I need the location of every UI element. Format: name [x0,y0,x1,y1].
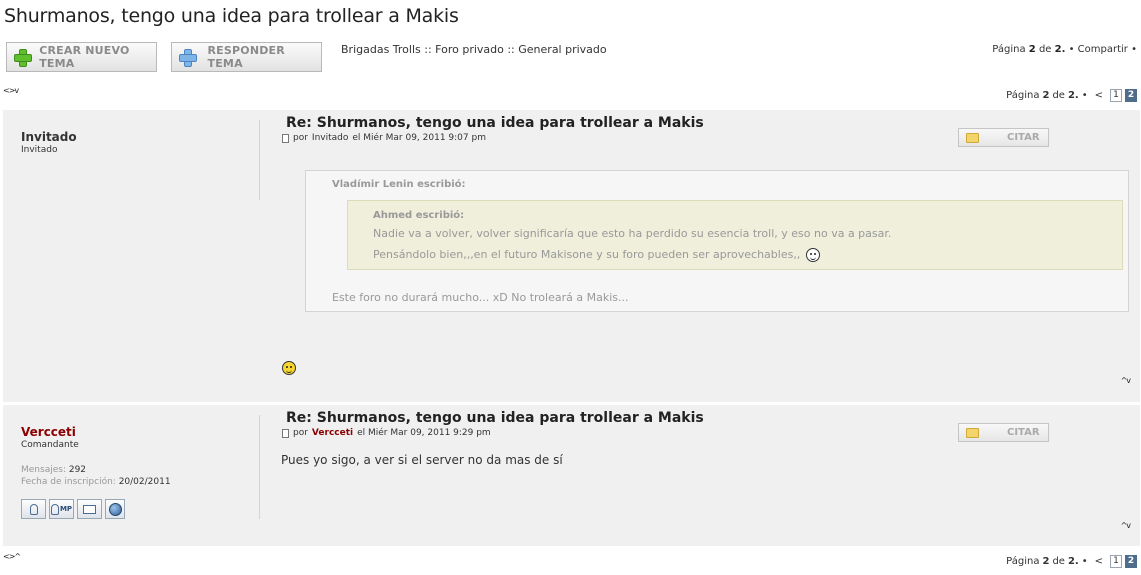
post-author-col: Vercceti Comandante Mensajes: 292 Fecha … [21,425,171,488]
nested-quote-line-text: Pensándolo bien,,,en el futuro Makisone … [373,248,801,261]
contact-icons: MP [21,499,125,519]
meta-author[interactable]: Vercceti [312,428,353,438]
page-total: 2. [1054,44,1066,55]
pagination-total: 2. [1067,556,1079,567]
pagination-bullet: • [1081,90,1088,101]
pagination-prefix: Página [1006,90,1040,101]
breadcrumb[interactable]: Brigadas Trolls :: Foro privado :: Gener… [341,43,607,56]
post-2: Vercceti Comandante Mensajes: 292 Fecha … [3,405,1140,546]
person-icon [50,503,59,515]
stat-label: Fecha de inscripción [21,477,113,487]
nested-quote-line: Nadie va a volver, volver significaría q… [373,227,892,240]
author-name[interactable]: Vercceti [21,425,171,439]
meta-prefix: por [293,428,308,438]
post-author-col: Invitado Invitado [21,130,77,155]
pagination-top: Página 2 de 2. • < 1 2 [1006,89,1137,102]
pagination-total: 2. [1067,90,1079,101]
profile-icon[interactable] [21,499,46,519]
prev-page-arrow[interactable]: < [1095,90,1103,101]
author-stat-row: Fecha de inscripción: 20/02/2011 [21,477,171,487]
quote-header: Vladímir Lenin escribió: [332,179,466,190]
stat-label: Mensajes [21,465,63,475]
pagination-of: de [1052,90,1065,101]
pagination-current: 2 [1042,90,1050,101]
troll-face-icon [805,248,820,262]
author-name[interactable]: Invitado [21,130,77,144]
smiley-icon [282,361,296,375]
plus-icon [178,48,197,67]
stat-value: 20/02/2011 [118,477,171,487]
website-icon[interactable] [105,499,125,519]
meta-prefix: por [293,133,308,143]
post-title[interactable]: Re: Shurmanos, tengo una idea para troll… [286,115,704,131]
folder-icon [966,132,979,143]
topic-title: Shurmanos, tengo una idea para trollear … [4,5,459,27]
post-meta: por Vercceti el Miér Mar 09, 2011 9:29 p… [282,428,491,438]
page-1-link[interactable]: 1 [1110,555,1122,568]
stat-value: 292 [68,465,87,475]
meta-date: el Miér Mar 09, 2011 9:07 pm [352,133,486,143]
page-2-current: 2 [1125,555,1137,568]
prev-page-arrow[interactable]: < [1095,556,1103,567]
quote-button[interactable]: CITAR [958,128,1049,147]
scroll-updown-arrows[interactable]: ^v [1121,521,1131,530]
mp-text: MP [59,505,73,513]
plus-icon [13,48,33,67]
pagination-current: 2 [1042,556,1050,567]
top-page-info: Página 2 de 2. • Compartir • [992,44,1137,55]
post-title[interactable]: Re: Shurmanos, tengo una idea para troll… [286,410,704,426]
quote-label: CITAR [1007,427,1040,438]
meta-author[interactable]: Invitado [312,133,348,143]
scroll-updown-arrows[interactable]: ^v [1121,376,1131,385]
post-1: Invitado Invitado Re: Shurmanos, tengo u… [3,110,1140,402]
post-body: Pues yo sigo, a ver si el server no da m… [281,453,563,467]
topic-nav-arrows[interactable]: <>^ [3,552,21,561]
globe-icon [108,502,122,516]
author-stats: Mensajes: 292 Fecha de inscripción: 20/0… [21,464,171,488]
reply-topic-button[interactable]: RESPONDER TEMA [171,42,322,72]
page-1-link[interactable]: 1 [1110,89,1122,102]
share-link[interactable]: • Compartir • [1069,44,1137,55]
email-icon[interactable] [77,499,102,519]
meta-date: el Miér Mar 09, 2011 9:29 pm [357,428,491,438]
author-rank: Invitado [21,145,58,155]
quote-tail: Este foro no durará mucho... xD No trole… [332,291,629,304]
quote-button[interactable]: CITAR [958,423,1049,442]
author-rank: Comandante [21,440,79,450]
reply-topic-label: RESPONDER TEMA [207,44,285,70]
new-topic-button[interactable]: CREAR NUEVO TEMA [6,42,157,72]
post-meta: por Invitado el Miér Mar 09, 2011 9:07 p… [282,133,486,143]
quote-label: CITAR [1007,132,1040,143]
page-2-current: 2 [1125,89,1137,102]
pagination-prefix: Página [1006,556,1040,567]
nested-quote-line: Pensándolo bien,,,en el futuro Makisone … [373,248,820,262]
pagination-bullet: • [1081,556,1088,567]
post-divider [259,415,260,519]
new-topic-label: CREAR NUEVO TEMA [39,44,130,70]
nested-quote-block: Ahmed escribió: Nadie va a volver, volve… [347,200,1123,270]
private-message-icon[interactable]: MP [49,499,74,519]
folder-icon [966,427,979,438]
nested-quote-header: Ahmed escribió: [373,210,465,221]
envelope-icon [83,504,96,514]
pagination-of: de [1052,556,1065,567]
page-prefix: Página [992,44,1026,55]
topic-nav-arrows[interactable]: <>v [3,86,19,95]
pagination-bottom: Página 2 de 2. • < 1 2 [1006,555,1137,568]
post-link-icon[interactable] [282,428,289,438]
page-of: de [1038,44,1052,55]
quote-block: Vladímir Lenin escribió: Ahmed escribió:… [305,170,1129,312]
post-divider [259,120,260,200]
author-stat-row: Mensajes: 292 [21,465,87,475]
post-link-icon[interactable] [282,133,289,143]
person-icon [29,503,38,515]
page-current: 2 [1028,44,1036,55]
